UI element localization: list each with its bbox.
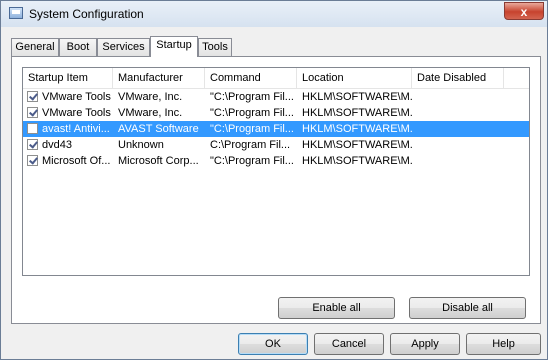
cell-location: HKLM\SOFTWARE\M... — [302, 139, 412, 151]
close-button[interactable]: x — [504, 2, 544, 20]
title-bar: System Configuration x — [1, 1, 547, 27]
table-row[interactable]: VMware Tools VMware, Inc. "C:\Program Fil.… — [23, 89, 529, 105]
table-row[interactable]: dvd43 Unknown C:\Program Fil... HKLM\SOFTWA… — [23, 137, 529, 153]
cell-location: HKLM\SOFTWARE\M... — [302, 107, 412, 119]
cell-command: "C:\Program Fil... — [210, 155, 294, 167]
close-icon: x — [520, 5, 528, 19]
cell-manufacturer: VMware, Inc. — [118, 107, 183, 119]
table-row[interactable]: Microsoft Of... Microsoft Corp... "C:\Prog… — [23, 153, 529, 169]
column-header-location[interactable]: Location — [297, 68, 412, 88]
disable-all-button[interactable]: Disable all — [409, 297, 526, 319]
help-button[interactable]: Help — [466, 333, 541, 355]
cell-startup-item: avast! Antivi... — [42, 123, 110, 135]
column-header-date-disabled[interactable]: Date Disabled — [412, 68, 504, 88]
cell-manufacturer: Unknown — [118, 139, 164, 151]
cell-manufacturer: VMware, Inc. — [118, 91, 183, 103]
column-header-manufacturer[interactable]: Manufacturer — [113, 68, 205, 88]
cell-location: HKLM\SOFTWARE\M... — [302, 91, 412, 103]
window-title: System Configuration — [29, 7, 144, 21]
enable-all-button[interactable]: Enable all — [278, 297, 395, 319]
cell-date-disabled — [412, 121, 504, 137]
startup-panel: Startup Item Manufacturer Command Locati… — [11, 56, 541, 324]
cancel-button[interactable]: Cancel — [314, 333, 384, 355]
tab-startup[interactable]: Startup — [150, 36, 198, 57]
cell-startup-item: dvd43 — [42, 139, 72, 151]
cell-date-disabled — [412, 105, 504, 121]
tab-tools[interactable]: Tools — [198, 38, 232, 56]
tab-general[interactable]: General — [11, 38, 59, 56]
cell-command: "C:\Program Fil... — [210, 107, 294, 119]
cell-location: HKLM\SOFTWARE\M... — [302, 155, 412, 167]
cell-startup-item: VMware Tools — [42, 107, 111, 119]
cell-manufacturer: AVAST Software — [118, 123, 199, 135]
startup-items-list[interactable]: Startup Item Manufacturer Command Locati… — [22, 67, 530, 276]
tab-services[interactable]: Services — [97, 38, 150, 56]
table-row[interactable]: VMware Tools VMware, Inc. "C:\Program Fil.… — [23, 105, 529, 121]
cell-startup-item: VMware Tools — [42, 91, 111, 103]
cell-date-disabled — [412, 89, 504, 105]
cell-command: "C:\Program Fil... — [210, 91, 294, 103]
cell-command: C:\Program Fil... — [210, 139, 291, 151]
ok-button[interactable]: OK — [238, 333, 308, 355]
column-header-startup-item[interactable]: Startup Item — [23, 68, 113, 88]
cell-location: HKLM\SOFTWARE\M... — [302, 123, 412, 135]
cell-manufacturer: Microsoft Corp... — [118, 155, 199, 167]
cell-startup-item: Microsoft Of... — [42, 155, 111, 167]
system-configuration-window: System Configuration x General Boot Serv… — [0, 0, 548, 360]
cell-date-disabled — [412, 153, 504, 169]
cell-date-disabled — [412, 137, 504, 153]
table-row[interactable]: avast! Antivi... AVAST Software "C:\Progra… — [23, 121, 529, 137]
cell-command: "C:\Program Fil... — [210, 123, 294, 135]
column-header-command[interactable]: Command — [205, 68, 297, 88]
apply-button[interactable]: Apply — [390, 333, 460, 355]
tab-boot[interactable]: Boot — [59, 38, 97, 56]
list-header: Startup Item Manufacturer Command Locati… — [23, 68, 529, 89]
system-configuration-icon — [9, 7, 23, 19]
